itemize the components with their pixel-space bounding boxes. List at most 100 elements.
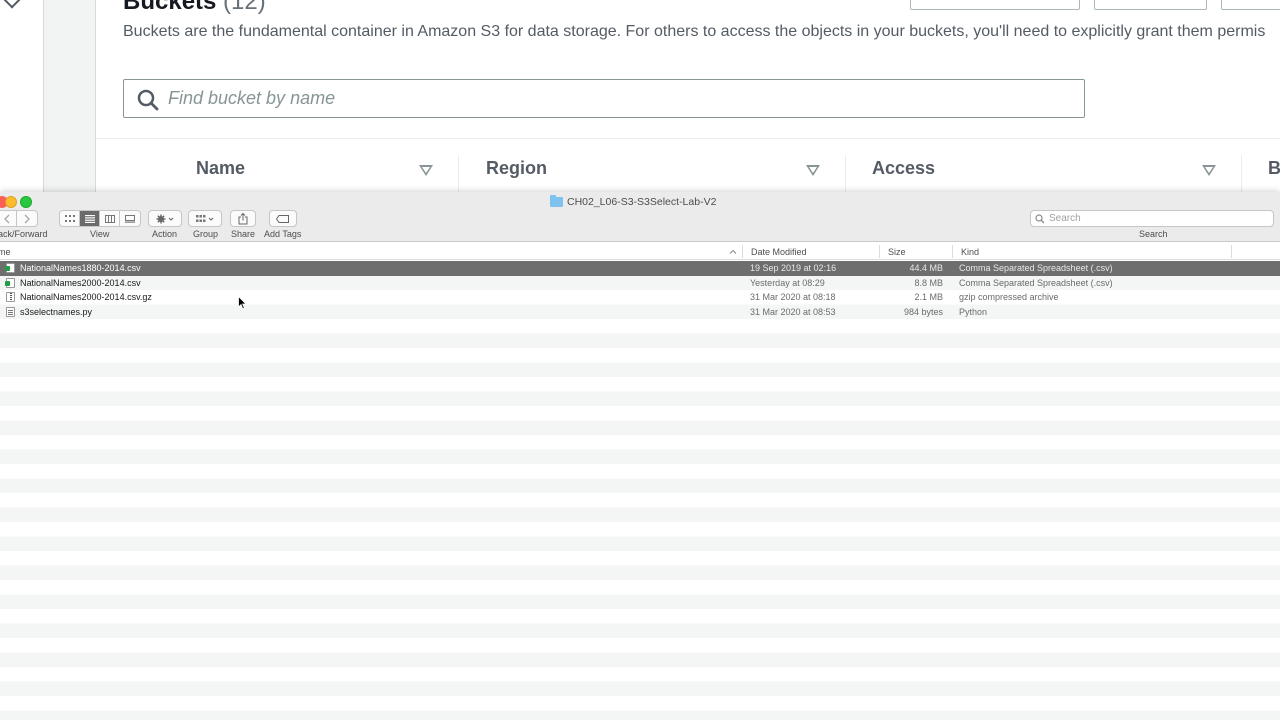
add-tags-label: Add Tags <box>264 229 302 239</box>
file-date-modified: 19 Sep 2019 at 02:16 <box>750 263 837 273</box>
column-separator <box>879 245 880 258</box>
archive-file-icon <box>6 292 15 302</box>
column-view-button[interactable] <box>100 211 120 226</box>
gear-icon <box>156 214 174 223</box>
delete-button[interactable] <box>1221 0 1280 10</box>
file-kind: Comma Separated Spreadsheet (.csv) <box>959 277 1113 288</box>
csv-file-icon <box>5 277 15 288</box>
add-tags-button[interactable] <box>269 210 297 227</box>
chevron-down-icon[interactable] <box>3 0 21 9</box>
s3-gutter <box>44 0 96 192</box>
action-button[interactable] <box>148 210 182 227</box>
window-title-text: CH02_L06-S3-S3Select-Lab-V2 <box>567 196 717 208</box>
sort-region-icon[interactable] <box>806 165 820 176</box>
file-kind: gzip compressed archive <box>959 292 1059 302</box>
columns-icon <box>104 214 115 223</box>
view-label: View <box>90 229 110 239</box>
s3-left-nav <box>0 0 44 192</box>
share-button[interactable] <box>230 210 256 227</box>
file-date-modified: Yesterday at 08:29 <box>750 277 825 288</box>
file-kind: Python <box>959 306 988 317</box>
python-file-icon <box>6 306 15 317</box>
s3-console: Buckets (12) Buckets are the fundamental… <box>0 0 1280 192</box>
file-size: 44.4 MB <box>909 263 943 273</box>
column-header-access[interactable]: Access <box>872 158 935 188</box>
column-header-region[interactable]: Region <box>486 158 547 188</box>
icon-grid-icon <box>64 214 75 222</box>
chevron-left-icon <box>3 214 9 223</box>
search-icon <box>137 89 159 111</box>
share-icon <box>238 212 248 224</box>
gallery-view-button[interactable] <box>120 211 140 226</box>
column-separator <box>1241 155 1242 192</box>
file-name: NationalNames2000-2014.csv <box>20 277 141 288</box>
column-header-kind[interactable]: Kind <box>961 247 979 257</box>
column-separator <box>458 155 459 192</box>
forward-button[interactable] <box>17 211 37 226</box>
finder-window: CH02_L06-S3-S3Select-Lab-V2 ack/Forward <box>0 192 1280 720</box>
column-header-name[interactable]: Name <box>196 158 245 188</box>
file-size: 2.1 MB <box>914 292 943 302</box>
column-header-size[interactable]: Size <box>888 247 906 257</box>
list-view-button[interactable] <box>80 211 100 226</box>
file-date-modified: 31 Mar 2020 at 08:53 <box>750 306 836 317</box>
file-kind: Comma Separated Spreadsheet (.csv) <box>959 263 1113 273</box>
file-size: 984 bytes <box>903 306 943 317</box>
finder-toolbar: CH02_L06-S3-S3Select-Lab-V2 ack/Forward <box>0 192 1280 242</box>
buckets-title: Buckets <box>123 0 217 15</box>
bucket-search-box[interactable] <box>123 79 1085 118</box>
column-header-b[interactable]: B <box>1268 158 1280 188</box>
sort-name-icon[interactable] <box>419 165 433 176</box>
search-icon <box>1035 214 1045 224</box>
list-icon <box>84 214 95 223</box>
tag-icon <box>276 214 289 223</box>
chevron-right-icon <box>24 214 30 223</box>
column-separator <box>952 245 953 258</box>
group-button[interactable] <box>188 210 222 227</box>
finder-search-box[interactable] <box>1030 210 1274 227</box>
minimize-window-button[interactable] <box>5 196 17 208</box>
bucket-search-input[interactable] <box>168 82 1068 115</box>
bucket-count: (12) <box>223 0 266 15</box>
sort-ascending-icon[interactable] <box>729 249 737 254</box>
column-separator <box>845 155 846 192</box>
column-header-name[interactable]: me <box>0 247 11 257</box>
finder-column-headers: me Date Modified Size Kind <box>0 243 1280 260</box>
file-size: 8.8 MB <box>914 277 943 288</box>
group-label: Group <box>193 229 219 239</box>
empty-button[interactable] <box>1094 0 1207 10</box>
zoom-window-button[interactable] <box>20 196 32 208</box>
folder-icon <box>550 195 563 207</box>
icon-view-button[interactable] <box>60 211 80 226</box>
column-separator <box>1231 245 1232 258</box>
file-row[interactable]: s3selectnames.py 31 Mar 2020 at 08:53 98… <box>0 304 1280 319</box>
gallery-icon <box>125 214 135 223</box>
file-date-modified: 31 Mar 2020 at 08:18 <box>750 292 836 302</box>
search-label: Search <box>1139 229 1168 239</box>
page-title: Buckets (12) <box>123 0 266 16</box>
file-name: s3selectnames.py <box>20 306 93 317</box>
file-row[interactable]: NationalNames2000-2014.csv.gz 31 Mar 202… <box>0 290 1280 305</box>
column-header-date-modified[interactable]: Date Modified <box>751 247 807 257</box>
back-button[interactable] <box>0 211 17 226</box>
divider <box>96 138 1280 139</box>
share-label: Share <box>231 229 256 239</box>
file-row[interactable]: NationalNames2000-2014.csv Yesterday at … <box>0 275 1280 290</box>
back-forward-control <box>0 210 38 227</box>
action-label: Action <box>152 229 178 239</box>
window-title: CH02_L06-S3-S3Select-Lab-V2 <box>550 194 716 210</box>
file-name: NationalNames2000-2014.csv.gz <box>20 292 152 302</box>
copy-arn-button[interactable] <box>910 0 1080 10</box>
group-grid-icon <box>196 214 214 222</box>
file-name: NationalNames1880-2014.csv <box>20 263 141 273</box>
s3-buckets-panel: Buckets (12) Buckets are the fundamental… <box>96 0 1280 192</box>
column-separator <box>742 245 743 258</box>
buckets-description: Buckets are the fundamental container in… <box>123 23 1266 40</box>
file-row[interactable]: NationalNames1880-2014.csv 19 Sep 2019 a… <box>0 261 1280 276</box>
mouse-cursor-icon <box>238 296 247 310</box>
back-forward-label: ack/Forward <box>0 229 48 239</box>
csv-file-icon <box>5 263 15 273</box>
view-control <box>59 210 141 227</box>
finder-search-input[interactable] <box>1049 212 1264 225</box>
sort-access-icon[interactable] <box>1202 165 1216 176</box>
